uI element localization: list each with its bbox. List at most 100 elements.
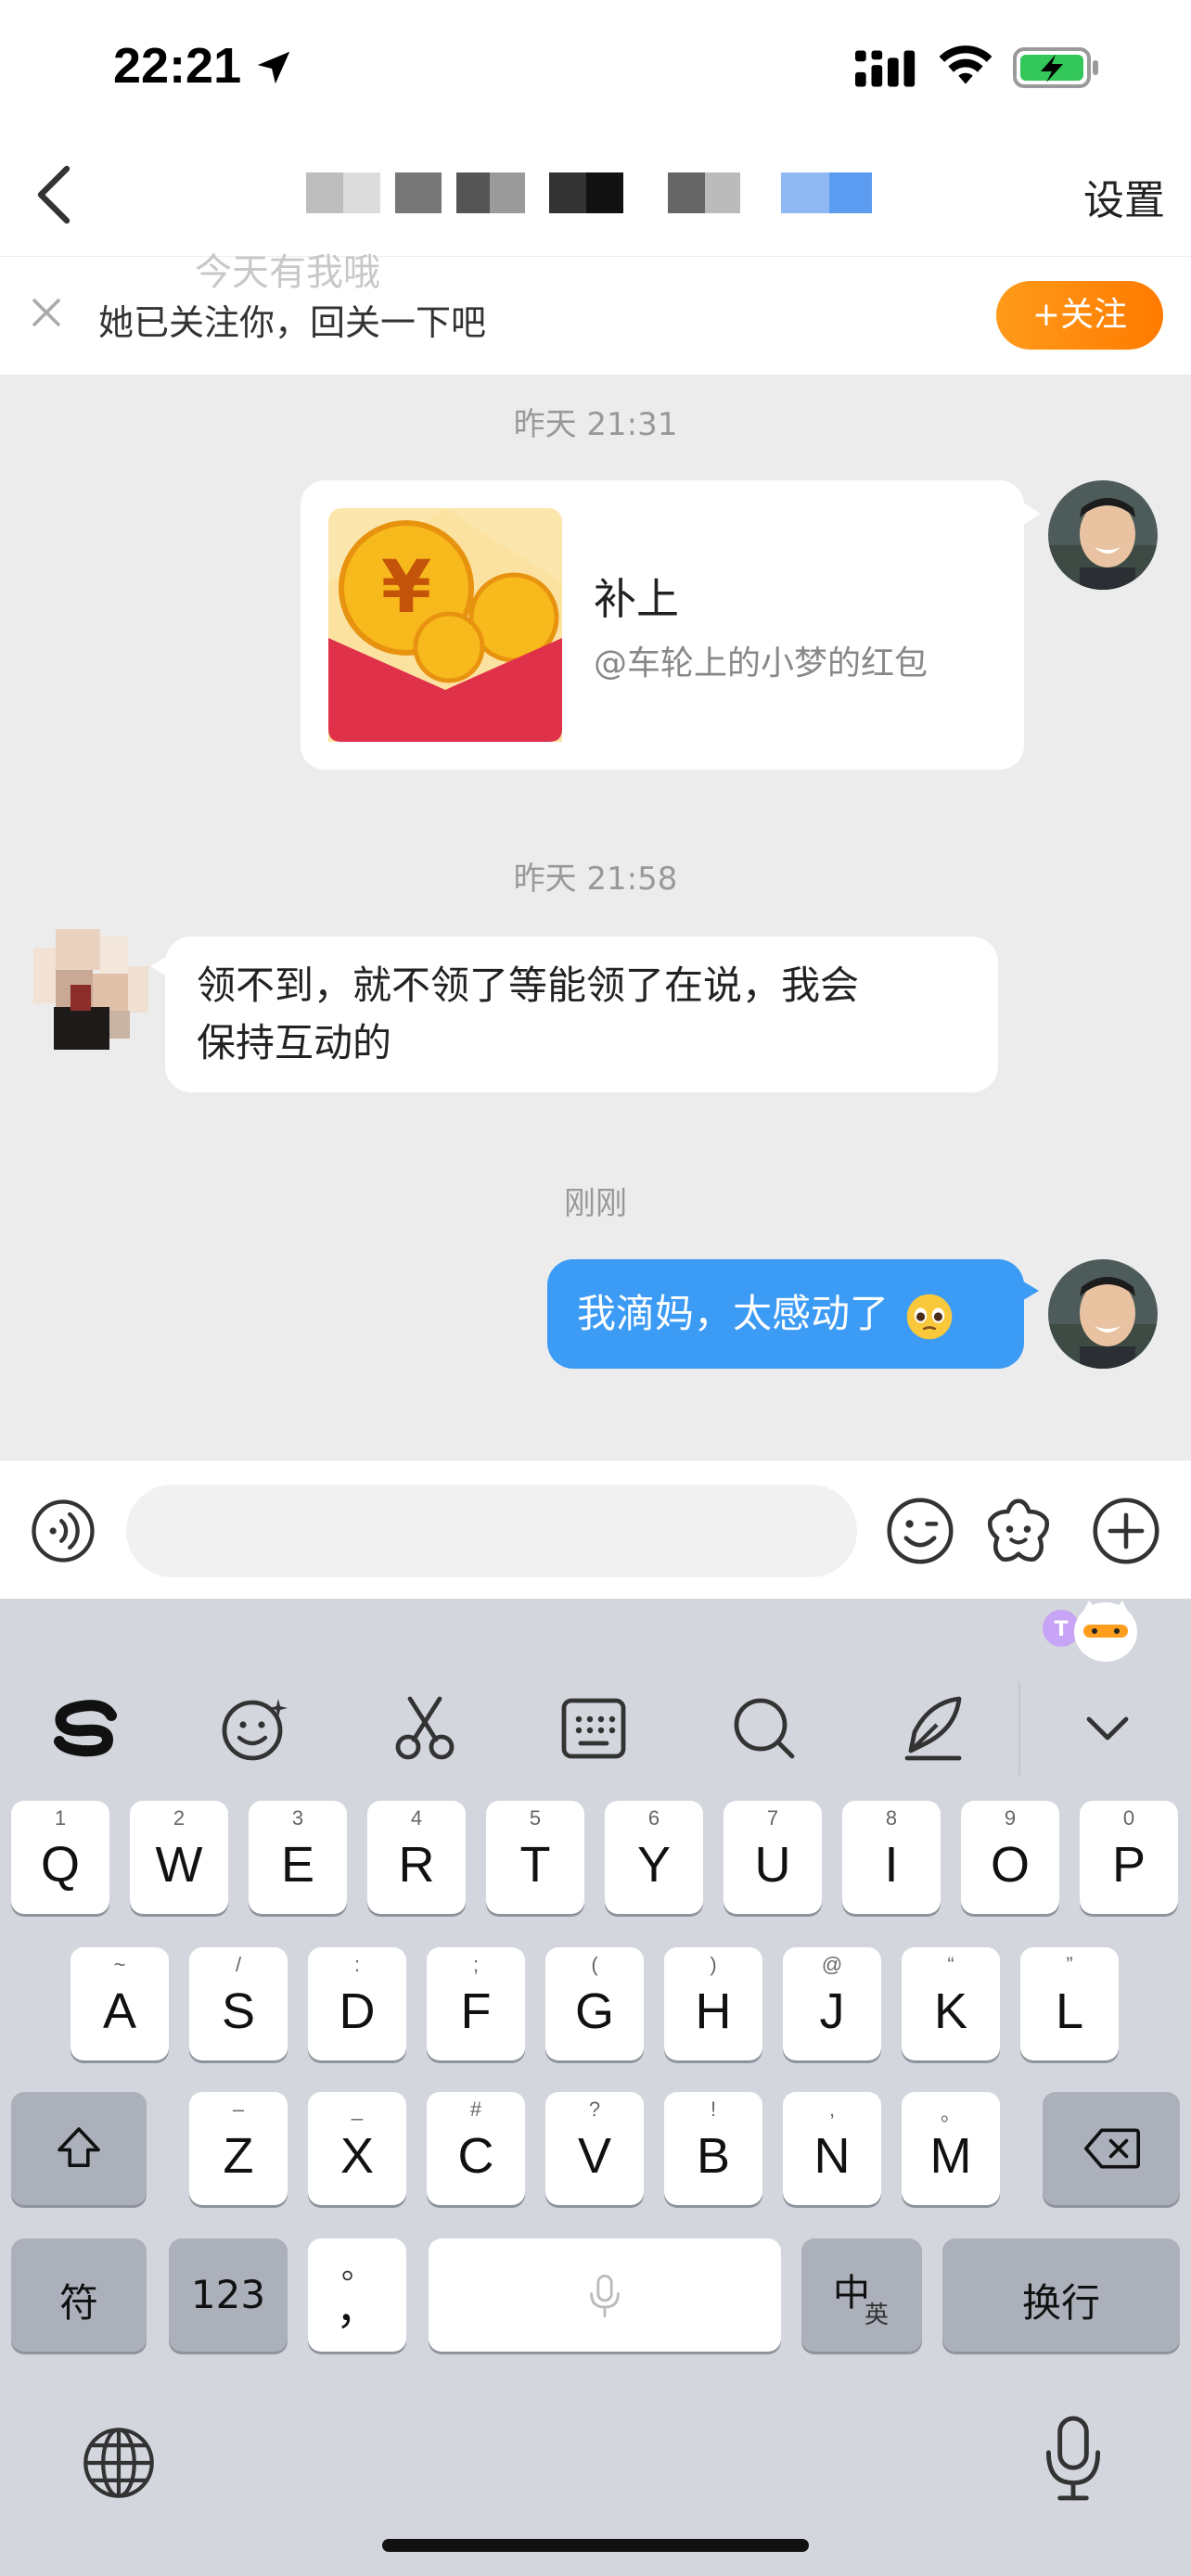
pleading-face-emoji [907, 1294, 953, 1339]
key-v[interactable]: ? V [545, 2092, 644, 2205]
keyboard-icon[interactable] [557, 1691, 631, 1766]
close-icon[interactable] [28, 294, 65, 331]
key-label: L [1055, 1983, 1084, 2039]
emoji-icon[interactable] [885, 1496, 955, 1566]
key-sub: ? [588, 2098, 601, 2121]
key-x[interactable]: _ X [308, 2092, 406, 2205]
key-sub: 5 [529, 1806, 542, 1830]
avatar[interactable] [33, 929, 148, 1050]
return-key[interactable]: 换行 [942, 2238, 1180, 2352]
home-indicator[interactable] [382, 2539, 809, 2552]
key-sub: ( [591, 1953, 598, 1976]
svg-text:T: T [1054, 1618, 1068, 1641]
key-b[interactable]: ! B [664, 2092, 762, 2205]
key-sub: ; [472, 1953, 480, 1976]
key-f[interactable]: ; F [427, 1947, 525, 2060]
key-sub: @ [821, 1953, 843, 1976]
red-packet-title: 补上 [594, 574, 679, 624]
key-s[interactable]: / S [189, 1947, 288, 2060]
key-w[interactable]: 2W [130, 1801, 228, 1914]
key-label: 符 [58, 2280, 98, 2326]
plus-icon[interactable] [1091, 1496, 1161, 1566]
key-label: B [696, 2128, 731, 2184]
search-icon[interactable] [727, 1691, 801, 1766]
key-sub: 9 [1004, 1806, 1017, 1830]
key-l[interactable]: ” L [1020, 1947, 1119, 2060]
key-h[interactable]: ) H [664, 1947, 762, 2060]
globe-icon[interactable] [80, 2424, 158, 2502]
message-input[interactable] [126, 1485, 857, 1577]
key-p[interactable]: 0P [1080, 1801, 1178, 1914]
key-e[interactable]: 3E [249, 1801, 347, 1914]
key-q[interactable]: 1Q [11, 1801, 109, 1914]
key-label: C [457, 2128, 494, 2184]
punctuation-key[interactable]: 。 ， [308, 2238, 406, 2352]
incoming-message[interactable]: 领不到，就不领了等能领了在说，我会 保持互动的 [150, 937, 998, 1092]
shift-key[interactable] [11, 2092, 147, 2205]
key-sub: 3 [291, 1806, 304, 1830]
number-key[interactable]: 123 [169, 2238, 288, 2352]
scissors-icon[interactable] [388, 1691, 462, 1766]
key-label: M [929, 2128, 972, 2184]
key-sub: : [353, 1953, 361, 1976]
key-d[interactable]: :D [308, 1947, 406, 2060]
emoji-icon[interactable] [217, 1691, 291, 1766]
chevron-down-icon[interactable] [1070, 1691, 1145, 1766]
key-sub: ~ [113, 1953, 126, 1976]
key-a[interactable]: ~ A [70, 1947, 169, 2060]
cellular-signal-icon [855, 50, 916, 87]
key-sub: , [828, 2098, 836, 2121]
key-g[interactable]: (G [545, 1947, 644, 2060]
key-label: X [339, 2128, 375, 2184]
mascot-icon[interactable]: T [1041, 1593, 1143, 1667]
key-sub: _ [351, 2098, 364, 2121]
key-k[interactable]: “K [902, 1947, 1000, 2060]
key-sub: 4 [410, 1806, 423, 1830]
battery-charging-icon [1013, 47, 1098, 88]
key-sub: 6 [647, 1806, 660, 1830]
key-label: Z [223, 2128, 254, 2184]
key-i[interactable]: 8I [842, 1801, 941, 1914]
key-label: J [819, 1983, 845, 2039]
key-r[interactable]: 4R [367, 1801, 466, 1914]
key-u[interactable]: 7U [724, 1801, 822, 1914]
key-j[interactable]: @ J [783, 1947, 881, 2060]
message-line: 保持互动的 [197, 1020, 392, 1065]
pen-icon[interactable] [896, 1691, 970, 1766]
outgoing-message[interactable]: 我滴妈，太感动了 [547, 1259, 1039, 1369]
key-c[interactable]: # C [427, 2092, 525, 2205]
key-n[interactable]: ,N [783, 2092, 881, 2205]
key-t[interactable]: 5T [486, 1801, 584, 1914]
language-switch-key[interactable]: 中 英 [801, 2238, 922, 2352]
keyboard: T 1 Q 2 W 3 E 4 R 5 T 6 Y 7 U 8 I 9 O 0 … [0, 1599, 1191, 2576]
key-o[interactable]: 9O [961, 1801, 1059, 1914]
chevron-left-icon[interactable] [26, 158, 82, 232]
red-packet-card[interactable]: ¥ 补上 @车轮上的小梦的红包 [301, 480, 1041, 770]
key-sub: ” [1066, 1953, 1073, 1976]
key-sub: “ [947, 1953, 954, 1976]
avatar[interactable] [1048, 1259, 1158, 1369]
space-key[interactable] [429, 2238, 781, 2352]
message-text: 我滴妈，太感动了 [577, 1291, 890, 1336]
avatar-photo [1048, 1259, 1158, 1369]
key-z[interactable]: – Z [189, 2092, 288, 2205]
sticker-icon[interactable] [983, 1496, 1054, 1566]
shift-arrow-icon [58, 2127, 100, 2168]
key-sub: # [469, 2098, 482, 2121]
symbol-key[interactable]: 符 [11, 2238, 147, 2352]
red-packet-subtitle: @车轮上的小梦的红包 [594, 644, 928, 682]
keyboard-toolbar [0, 1682, 1191, 1775]
status-time: 22:21 [113, 38, 242, 94]
sogou-logo-icon[interactable] [48, 1691, 122, 1766]
settings-button[interactable]: 设置 [1083, 167, 1165, 226]
delete-key[interactable] [1043, 2092, 1180, 2205]
red-envelope-icon: ¥ [328, 508, 562, 742]
key-label: 123 [190, 2272, 266, 2317]
follow-button[interactable]: +关注 [996, 281, 1163, 350]
input-bar [0, 1460, 1191, 1599]
key-y[interactable]: 6Y [605, 1801, 703, 1914]
dictation-microphone-icon[interactable] [1044, 2415, 1102, 2502]
voice-icon[interactable] [30, 1498, 96, 1564]
avatar[interactable] [1048, 480, 1158, 590]
key-m[interactable]: 。 M [902, 2092, 1000, 2205]
